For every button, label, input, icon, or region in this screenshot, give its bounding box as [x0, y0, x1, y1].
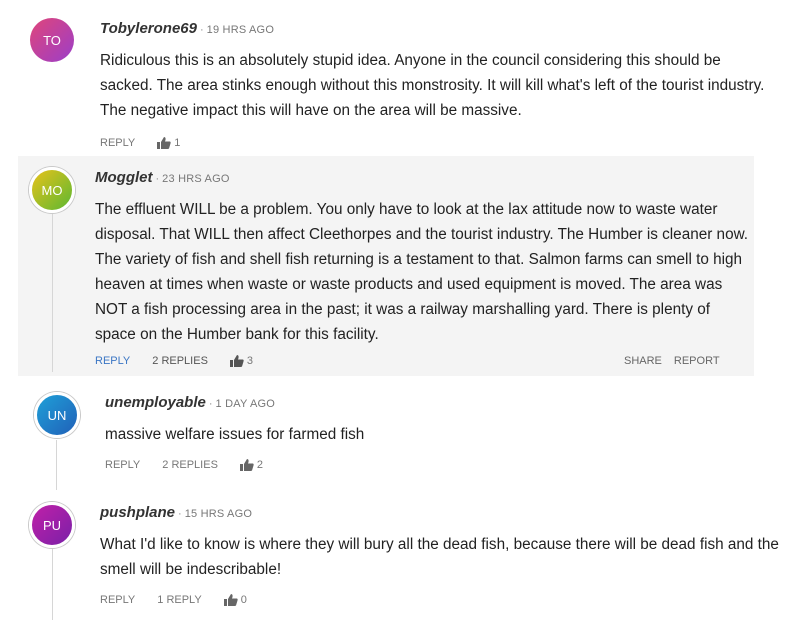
comment-right-actions: SHARE REPORT: [612, 355, 720, 367]
thumbs-up-icon: [229, 355, 244, 367]
separator-dot: ·: [178, 508, 182, 520]
separator-dot: ·: [208, 398, 213, 410]
timestamp: 1 DAY AGO: [215, 398, 276, 410]
reply-button[interactable]: REPLY: [100, 137, 135, 149]
replies-toggle[interactable]: 1 REPLY: [157, 594, 201, 606]
thread-line: [52, 548, 53, 620]
avatar[interactable]: PU: [29, 502, 75, 548]
report-button[interactable]: REPORT: [674, 355, 720, 367]
comment-actions: REPLY 2 REPLIES 3: [95, 355, 253, 367]
username[interactable]: unemployable: [105, 394, 206, 411]
like-button[interactable]: 3: [229, 355, 254, 367]
comment-text: Ridiculous this is an absolutely stupid …: [100, 52, 765, 119]
comment-text: The effluent WILL be a problem. You only…: [95, 201, 749, 343]
timestamp: 15 HRS AGO: [184, 508, 253, 520]
separator-dot: ·: [199, 24, 204, 36]
thread-line: [56, 440, 57, 490]
like-count: 2: [256, 459, 264, 471]
reply-button[interactable]: REPLY: [105, 459, 140, 471]
avatar[interactable]: TO: [30, 18, 74, 62]
timestamp: 23 HRS AGO: [162, 173, 230, 185]
thumbs-up-icon: [223, 594, 238, 606]
username[interactable]: Mogglet: [95, 169, 153, 186]
comment-text: massive welfare issues for farmed fish: [105, 426, 365, 443]
separator-dot: ·: [155, 173, 160, 185]
thumbs-up-icon: [157, 137, 171, 149]
timestamp: 19 HRS AGO: [206, 24, 275, 36]
share-button[interactable]: SHARE: [624, 355, 662, 367]
comment-header: Mogglet · 23 HRS AGO: [95, 169, 230, 187]
like-button[interactable]: 1: [157, 137, 180, 149]
comment-header: pushplane · 15 HRS AGO: [100, 504, 252, 522]
comment-header: Tobylerone69 · 19 HRS AGO: [100, 20, 274, 38]
username[interactable]: pushplane: [100, 504, 175, 521]
replies-toggle[interactable]: 2 REPLIES: [162, 459, 218, 471]
replies-toggle[interactable]: 2 REPLIES: [152, 355, 208, 367]
reply-button[interactable]: REPLY: [95, 355, 130, 367]
thread-line: [52, 212, 53, 372]
like-button[interactable]: 0: [223, 594, 247, 606]
username[interactable]: Tobylerone69: [100, 20, 197, 37]
like-count: 0: [240, 594, 247, 606]
like-count: 3: [246, 355, 254, 367]
avatar[interactable]: UN: [34, 392, 80, 438]
comment-actions: REPLY 1: [100, 137, 180, 149]
comment-header: unemployable · 1 DAY AGO: [105, 394, 275, 412]
like-button[interactable]: 2: [239, 459, 264, 471]
avatar[interactable]: MO: [29, 167, 75, 213]
comment-actions: REPLY 2 REPLIES 2: [105, 459, 263, 471]
like-count: 1: [174, 137, 181, 149]
comment-actions: REPLY 1 REPLY 0: [100, 594, 247, 606]
thumbs-up-icon: [239, 459, 254, 471]
reply-button[interactable]: REPLY: [100, 594, 135, 606]
comment-text: What I'd like to know is where they will…: [100, 536, 779, 578]
